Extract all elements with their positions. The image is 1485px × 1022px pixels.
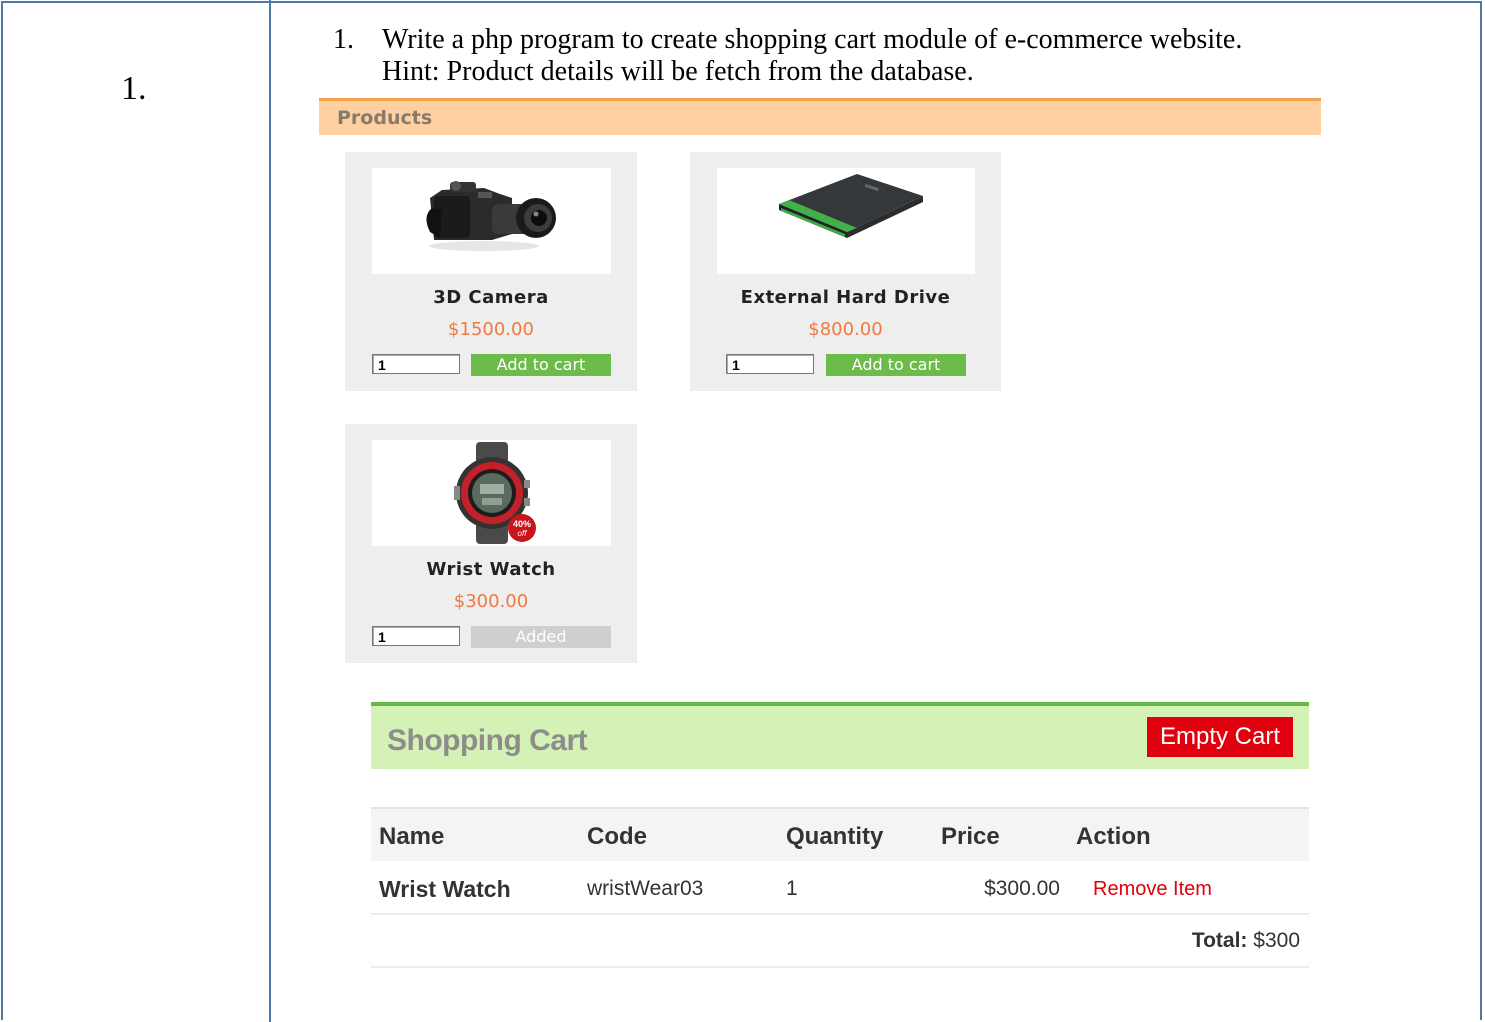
table-header: Name Code Quantity Price Action (371, 807, 1309, 861)
product-price: $300.00 (453, 591, 529, 612)
column-header-code: Code (587, 823, 647, 850)
product-name: 3D Camera (433, 287, 549, 308)
shopping-cart-header: Shopping Cart Empty Cart (371, 702, 1309, 769)
add-to-cart-button[interactable]: Add to cart (826, 354, 966, 376)
cart-item-quantity: 1 (786, 877, 798, 900)
product-image (372, 168, 611, 274)
column-header-price: Price (941, 823, 1000, 850)
product-image: 40% off (372, 440, 611, 546)
question-text: Write a php program to create shopping c… (382, 24, 1242, 88)
total-value: $300 (1253, 929, 1300, 952)
question-hint: Hint: Product details will be fetch from… (382, 56, 974, 87)
column-divider (269, 0, 271, 1022)
question-number: 1. (333, 24, 354, 55)
column-header-action: Action (1076, 823, 1151, 850)
question-line: Write a php program to create shopping c… (382, 24, 1243, 55)
product-card: External Hard Drive $800.00 1 Add to car… (690, 152, 1001, 391)
hard-drive-icon (779, 174, 923, 238)
remove-item-link[interactable]: Remove Item (1093, 878, 1212, 901)
product-price: $800.00 (808, 319, 883, 340)
product-price: $1500.00 (448, 319, 534, 340)
column-header-quantity: Quantity (786, 823, 884, 850)
cart-item-price: $300.00 (984, 877, 1060, 900)
quantity-input[interactable]: 1 (726, 354, 814, 374)
empty-cart-button[interactable]: Empty Cart (1147, 717, 1293, 757)
row-number: 1. (121, 70, 147, 107)
camera-icon (426, 181, 556, 251)
column-header-name: Name (379, 823, 445, 850)
quantity-input[interactable]: 1 (372, 626, 460, 646)
total-label: Total: (1191, 929, 1248, 952)
product-name: External Hard Drive (740, 287, 951, 308)
product-card: 40% off Wrist Watch $300.00 1 Added (345, 424, 637, 663)
add-to-cart-button[interactable]: Add to cart (471, 354, 611, 376)
cart-total: Total: $300 (1192, 929, 1300, 953)
cart-title: Shopping Cart (387, 724, 588, 757)
discount-badge-suffix: off (518, 529, 528, 538)
product-name: Wrist Watch (426, 559, 556, 580)
cart-item-code: wristWear03 (587, 877, 704, 900)
products-header: Products (319, 98, 1321, 135)
products-title: Products (337, 107, 433, 129)
wrist-watch-icon: 40% off (454, 442, 536, 544)
table-bottom-divider (371, 966, 1309, 968)
product-image (717, 168, 975, 274)
added-button[interactable]: Added (471, 626, 611, 648)
quantity-input[interactable]: 1 (372, 354, 460, 374)
cart-item-name: Wrist Watch (379, 876, 511, 902)
product-card: 3D Camera $1500.00 1 Add to cart (345, 152, 637, 391)
row-divider (371, 913, 1309, 915)
discount-badge: 40% (513, 519, 531, 529)
